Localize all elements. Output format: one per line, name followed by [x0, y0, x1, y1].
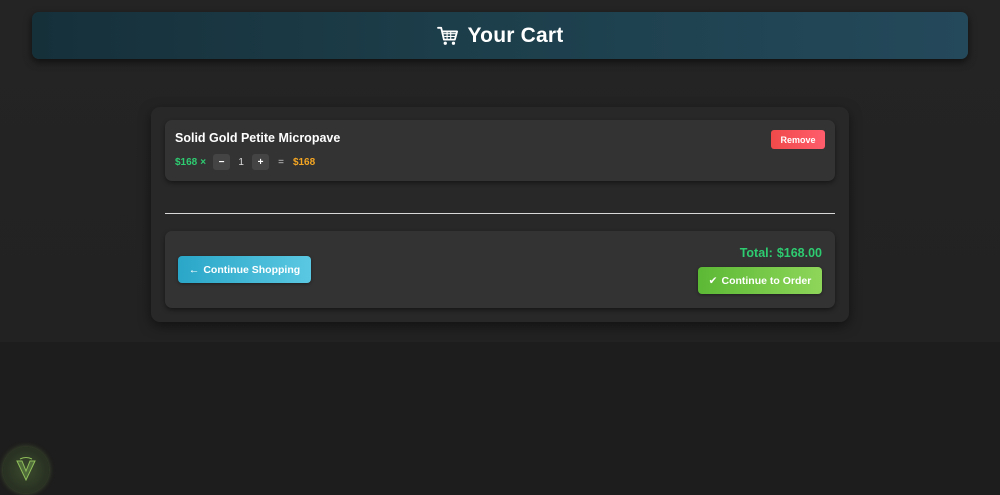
checkmark-icon: ✔: [708, 274, 718, 287]
equals-sign: =: [278, 156, 284, 168]
continue-to-order-button[interactable]: ✔ Continue to Order: [698, 267, 822, 294]
cart-icon: [436, 26, 458, 45]
site-logo-icon: [3, 447, 49, 493]
decrease-quantity-button[interactable]: −: [213, 154, 231, 170]
remove-button[interactable]: Remove: [771, 130, 825, 149]
times-sign: ×: [200, 156, 207, 168]
cart-item: Solid Gold Petite Micropave Remove $168 …: [165, 120, 835, 181]
page-title: Your Cart: [467, 23, 564, 47]
continue-order-label: Continue to Order: [721, 274, 812, 287]
quantity-value: 1: [238, 156, 244, 168]
divider: [165, 213, 835, 214]
cart-panel: Solid Gold Petite Micropave Remove $168 …: [151, 107, 849, 322]
cart-summary: ← Continue Shopping Total: $168.00 ✔ Con…: [165, 231, 835, 308]
logo-mark-icon: [16, 457, 36, 482]
continue-shopping-button[interactable]: ← Continue Shopping: [178, 256, 311, 283]
item-quantity-row: $168 × − 1 + = $168: [175, 153, 315, 171]
total-label: Total:: [739, 246, 773, 260]
cart-header: Your Cart: [32, 12, 968, 59]
cart-total: Total: $168.00: [740, 246, 822, 260]
page-footer-area: [0, 342, 1000, 495]
arrow-left-icon: ←: [188, 263, 200, 276]
header-title-group: Your Cart: [436, 23, 564, 48]
unit-price: $168: [175, 156, 198, 168]
item-name: Solid Gold Petite Micropave: [175, 131, 341, 145]
total-value: $168.00: [776, 246, 822, 260]
continue-shopping-label: Continue Shopping: [203, 263, 301, 276]
increase-quantity-button[interactable]: +: [252, 154, 270, 170]
line-total: $168: [292, 156, 316, 168]
